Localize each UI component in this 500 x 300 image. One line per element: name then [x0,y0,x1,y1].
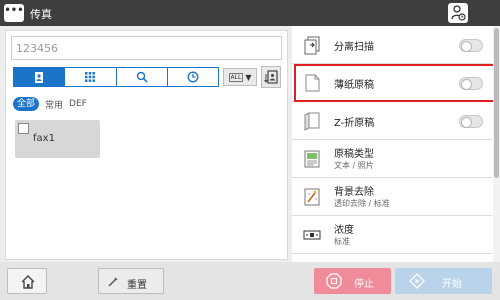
index-tab-common[interactable]: 常用 [45,98,63,111]
settings-panel: 分离扫描 薄纸原稿 Z-折原稿 原稿类型 文本 / 照片 背景去除 透印去除 /… [292,26,500,262]
tab-address-book[interactable] [14,68,66,86]
bottom-bar: 重置 停止 开始 [0,262,500,300]
more-icon: ••• [4,5,24,16]
setting-z-fold[interactable]: Z-折原稿 [292,102,492,140]
setting-background-removal[interactable]: 背景去除 透印去除 / 标准 [292,178,492,216]
setting-label: 分离扫描 [334,42,374,53]
thin-paper-icon [305,74,320,92]
fax-number-input[interactable]: 123456 [11,36,282,60]
setting-original-type[interactable]: 原稿类型 文本 / 照片 [292,140,492,178]
keypad-icon [85,72,96,82]
index-tab-all[interactable]: 全部 [13,97,40,111]
separate-scan-icon [304,36,320,55]
filter-select[interactable]: ALL ▼ [223,68,257,86]
destination-panel: 123456 ALL ▼ 全部 常用 DEF fax1 [5,30,288,260]
destination-label: fax1 [33,133,55,144]
home-button[interactable] [7,268,47,294]
scrollbar-thumb[interactable] [494,28,499,178]
history-icon [187,71,199,83]
sort-icon [264,70,278,84]
search-icon [136,71,148,83]
setting-value: 透印去除 / 标准 [334,199,390,208]
filter-value: ALL [228,72,244,82]
setting-label: 背景去除 [334,187,374,198]
home-icon [21,275,35,289]
address-tab-bar [13,67,219,87]
start-button[interactable]: 开始 [395,268,492,294]
setting-thin-paper[interactable]: 薄纸原稿 [292,64,492,102]
start-icon [409,273,425,289]
setting-label: 浓度 [334,225,354,236]
setting-label: 原稿类型 [334,149,374,160]
address-book-icon [35,71,44,83]
stop-label: 停止 [354,279,374,290]
tab-search[interactable] [117,68,168,86]
setting-label: 薄纸原稿 [334,80,374,91]
original-type-icon [304,150,320,168]
z-fold-icon [304,112,320,131]
setting-value: 标准 [334,237,350,246]
setting-separate-scan[interactable]: 分离扫描 [292,26,492,64]
chevron-down-icon: ▼ [245,72,252,82]
reset-button[interactable]: 重置 [98,268,164,294]
user-status-button[interactable] [448,3,468,23]
setting-density[interactable]: 浓度 标准 [292,216,492,254]
z-fold-toggle[interactable] [459,115,483,128]
reset-label: 重置 [127,280,147,291]
thin-paper-toggle[interactable] [459,77,483,90]
title-bar: ••• 传真 [0,0,500,26]
menu-button[interactable]: ••• [4,4,24,22]
index-tabs: 全部 常用 DEF [13,97,87,111]
density-icon [303,230,321,240]
background-removal-icon [304,188,320,206]
setting-label: Z-折原稿 [334,118,375,129]
user-status-icon [451,5,466,21]
separate-scan-toggle[interactable] [459,39,483,52]
setting-value: 文本 / 照片 [334,161,374,170]
stop-button[interactable]: 停止 [314,268,391,294]
start-label: 开始 [442,279,462,290]
reset-icon [108,277,118,287]
tab-keypad[interactable] [65,68,117,86]
page-title: 传真 [30,8,52,21]
destination-item[interactable]: fax1 [15,120,100,158]
index-tab-def[interactable]: DEF [69,99,87,109]
destination-checkbox[interactable] [18,123,29,134]
stop-icon [326,273,342,289]
tab-history[interactable] [168,68,218,86]
sort-button[interactable] [261,66,281,88]
